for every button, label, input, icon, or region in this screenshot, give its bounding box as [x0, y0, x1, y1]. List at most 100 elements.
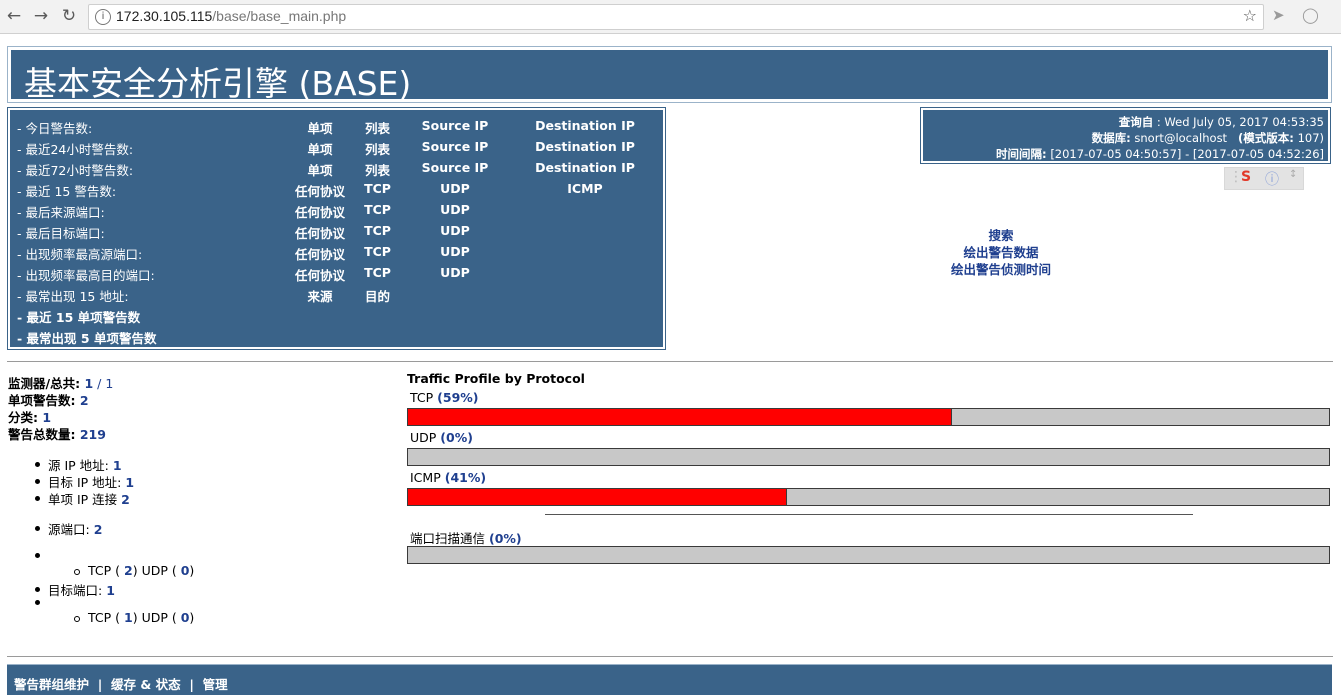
menu-link-c3[interactable]: UDP — [410, 181, 500, 196]
query-label: 查询自 — [1118, 115, 1154, 129]
menu-row-label[interactable]: - 最常出现 5 单项警告数 — [17, 328, 156, 347]
sensors-total: 1 — [105, 376, 114, 391]
menu-link-c3[interactable]: UDP — [410, 244, 500, 259]
menu-link-c1[interactable]: 单项 — [280, 118, 360, 137]
menu-link-c3[interactable]: UDP — [410, 223, 500, 238]
dst-ports-label: 目标端口: — [48, 583, 103, 598]
menu-row-label[interactable]: - 最近 15 单项警告数 — [17, 307, 140, 326]
src-ports-item: 源端口: 2 — [48, 519, 102, 538]
graph-alert-time-link[interactable]: 绘出警告侦测时间 — [901, 259, 1101, 278]
icmp-bar — [407, 488, 1330, 506]
cache-status-link[interactable]: 缓存 & 状态 — [111, 677, 181, 692]
icmp-bar-fill — [408, 489, 787, 505]
extension-cursor-icon[interactable]: ➤ — [1272, 6, 1285, 24]
menu-link-c2[interactable]: 列表 — [350, 160, 405, 179]
alert-group-maintenance-link[interactable]: 警告群组维护 — [14, 677, 89, 692]
menu-link-c4[interactable]: Destination IP — [520, 139, 650, 154]
menu-link-c3[interactable]: Source IP — [410, 139, 500, 154]
menu-link-c3[interactable]: UDP — [410, 265, 500, 280]
site-info-icon[interactable]: i — [95, 9, 111, 25]
menu-row-label: - 今日警告数: — [17, 121, 93, 136]
menu-row-label: - 最近72小时警告数: — [17, 163, 134, 178]
menu-link-c1[interactable]: 任何协议 — [280, 181, 360, 200]
src-ip-value[interactable]: 1 — [113, 458, 122, 473]
tcp-bar-fill — [408, 409, 953, 425]
menu-row-label: - 出现频率最高目的端口: — [17, 268, 155, 283]
menu-link-c2[interactable]: TCP — [350, 181, 405, 196]
menu-link-c1[interactable]: 任何协议 — [280, 244, 360, 263]
src-ports-value[interactable]: 2 — [94, 522, 103, 537]
menu-link-c2[interactable]: TCP — [350, 202, 405, 217]
menu-link-c2[interactable]: 目的 — [350, 286, 405, 305]
menu-link-c1[interactable]: 单项 — [280, 160, 360, 179]
interval-label: 时间间隔: — [996, 147, 1047, 161]
menu-row-label: - 最常出现 15 地址: — [17, 289, 129, 304]
address-bar[interactable]: i 172.30.105.115/base/base_main.php ☆ — [88, 4, 1264, 30]
forward-arrow-icon[interactable]: → — [30, 5, 52, 27]
footer-divider — [7, 656, 1333, 657]
src-tcp-value[interactable]: 2 — [124, 563, 133, 578]
menu-link-c1[interactable]: 任何协议 — [280, 265, 360, 284]
menu-link-c1[interactable]: 任何协议 — [280, 223, 360, 242]
circle-bullet-icon — [74, 616, 80, 622]
menu-link-c1[interactable]: 任何协议 — [280, 202, 360, 221]
menu-row-label: - 出现频率最高源端口: — [17, 247, 143, 262]
traffic-profile-title: Traffic Profile by Protocol — [407, 371, 585, 386]
dst-ip-label: 目标 IP 地址: — [48, 475, 122, 490]
menu-link-c2[interactable]: 列表 — [350, 118, 405, 137]
menu-row: - 出现频率最高目的端口: 任何协议 TCP UDP — [10, 263, 663, 284]
src-ip-label: 源 IP 地址: — [48, 458, 109, 473]
unique-alerts-value[interactable]: 2 — [80, 393, 89, 408]
menu-link-c3[interactable]: UDP — [410, 202, 500, 217]
menu-link-c3[interactable]: Source IP — [410, 160, 500, 175]
dst-ip-value[interactable]: 1 — [125, 475, 134, 490]
query-time-line: 查询自 : Wed July 05, 2017 04:53:35 — [1119, 114, 1324, 130]
expand-icon[interactable]: ↕ — [1289, 169, 1297, 180]
menu-link-c2[interactable]: TCP — [350, 244, 405, 259]
reload-icon[interactable]: ↻ — [58, 5, 80, 27]
unique-ip-links-label: 单项 IP 连接 — [48, 492, 118, 507]
sensors-value[interactable]: 1 — [84, 376, 93, 391]
menu-link-c4[interactable]: ICMP — [520, 181, 650, 196]
udp-name: UDP — [410, 430, 437, 445]
tcp-percent[interactable]: (59%) — [437, 390, 478, 405]
unique-ip-links-value[interactable]: 2 — [121, 492, 130, 507]
menu-link-c4[interactable]: Destination IP — [520, 160, 650, 175]
menu-link-c1[interactable]: 来源 — [280, 286, 360, 305]
url-text[interactable]: 172.30.105.115/base/base_main.php — [116, 8, 346, 24]
portscan-label: 端口扫描通信 (0%) — [410, 528, 522, 547]
bullet-icon — [35, 526, 40, 531]
bookmark-star-icon[interactable]: ☆ — [1243, 6, 1257, 25]
icmp-percent[interactable]: (41%) — [445, 470, 486, 485]
categories-value[interactable]: 1 — [42, 410, 51, 425]
menu-row: - 最后目标端口: 任何协议 TCP UDP — [10, 221, 663, 242]
footer-links: 警告群组维护 | 缓存 & 状态 | 管理 — [14, 674, 228, 693]
toolbar-widget[interactable]: ⋮ S ⓘ ↕ — [1224, 167, 1304, 190]
db-label: 数据库: — [1091, 131, 1131, 145]
dst-tcp-value[interactable]: 1 — [124, 610, 133, 625]
menu-row-label: - 最近 15 警告数: — [17, 184, 117, 199]
sogou-icon[interactable]: S — [1241, 169, 1251, 185]
extension-shield-icon[interactable]: ◯ — [1302, 6, 1319, 24]
close-paren: ) — [189, 610, 195, 625]
menu-link-c2[interactable]: TCP — [350, 223, 405, 238]
bullet-icon — [35, 496, 40, 501]
menu-link-c2[interactable]: TCP — [350, 265, 405, 280]
total-alerts-value[interactable]: 219 — [80, 427, 106, 442]
menu-link-c4[interactable]: Destination IP — [520, 118, 650, 133]
dst-ports-value[interactable]: 1 — [106, 583, 115, 598]
portscan-percent[interactable]: (0%) — [489, 531, 522, 546]
menu-row-label: - 最后目标端口: — [17, 226, 105, 241]
traffic-divider — [545, 514, 1193, 515]
menu-row: - 最近24小时警告数: 单项 列表 Source IP Destination IP — [10, 137, 663, 158]
menu-link-c1[interactable]: 单项 — [280, 139, 360, 158]
url-host: 172.30.105.115 — [116, 8, 213, 24]
unique-ip-links-item: 单项 IP 连接 2 — [48, 489, 130, 508]
udp-percent[interactable]: (0%) — [440, 430, 473, 445]
back-arrow-icon[interactable]: ← — [3, 5, 25, 27]
menu-link-c2[interactable]: 列表 — [350, 139, 405, 158]
menu-link-c3[interactable]: Source IP — [410, 118, 500, 133]
help-icon[interactable]: ⓘ — [1265, 169, 1279, 189]
dst-udp-label: ) UDP ( — [132, 610, 177, 625]
administration-link[interactable]: 管理 — [203, 677, 228, 692]
